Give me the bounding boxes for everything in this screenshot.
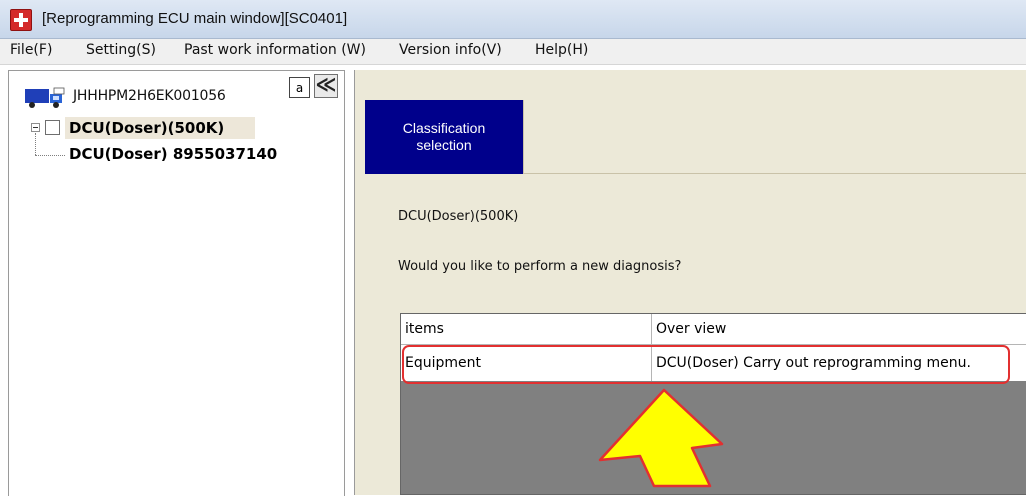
- tab-label-line1: Classification: [402, 120, 486, 136]
- column-header-items[interactable]: items: [401, 314, 651, 344]
- menu-past-work-information[interactable]: Past work information (W): [184, 42, 366, 58]
- app-icon: [10, 9, 32, 31]
- grid-header: items Over view: [401, 314, 1026, 345]
- menu-bar: File(F) Setting(S) Past work information…: [0, 39, 1026, 65]
- tree-connector: [35, 155, 65, 156]
- tree-item-dcu-doser-500k[interactable]: DCU(Doser)(500K): [65, 117, 255, 139]
- ecu-title: DCU(Doser)(500K): [398, 209, 519, 224]
- vehicle-tree-panel: JHHHPM2H6EK001056 a ≪ DCU(Doser)(500K) D…: [8, 70, 345, 496]
- title-bar: [Reprogramming ECU main window][SC0401]: [0, 0, 1026, 39]
- annotation-arrow-icon: [598, 388, 724, 488]
- a-button[interactable]: a: [289, 77, 310, 98]
- menu-help[interactable]: Help(H): [535, 42, 588, 58]
- menu-setting[interactable]: Setting(S): [86, 42, 156, 58]
- window-title: [Reprogramming ECU main window][SC0401]: [42, 10, 348, 27]
- vin-label: JHHHPM2H6EK001056: [73, 88, 226, 104]
- column-header-overview[interactable]: Over view: [652, 314, 1026, 344]
- tab-divider: [523, 100, 524, 174]
- truck-icon: [25, 87, 65, 108]
- tab-classification-selection[interactable]: Classification selection: [365, 100, 523, 174]
- menu-file[interactable]: File(F): [10, 42, 52, 58]
- collapse-panel-button[interactable]: ≪: [314, 74, 338, 98]
- tree-root-checkbox[interactable]: [45, 120, 60, 135]
- highlight-box: [402, 345, 1010, 384]
- tree-connector: [35, 133, 36, 155]
- tab-label-line2: selection: [416, 137, 472, 153]
- tab-strip-border: [523, 173, 1026, 174]
- menu-version-info[interactable]: Version info(V): [399, 42, 502, 58]
- diagnosis-question: Would you like to perform a new diagnosi…: [398, 259, 682, 274]
- tree-collapse-toggle[interactable]: [31, 123, 40, 132]
- tree-item-dcu-doser-part[interactable]: DCU(Doser) 8955037140: [69, 145, 277, 163]
